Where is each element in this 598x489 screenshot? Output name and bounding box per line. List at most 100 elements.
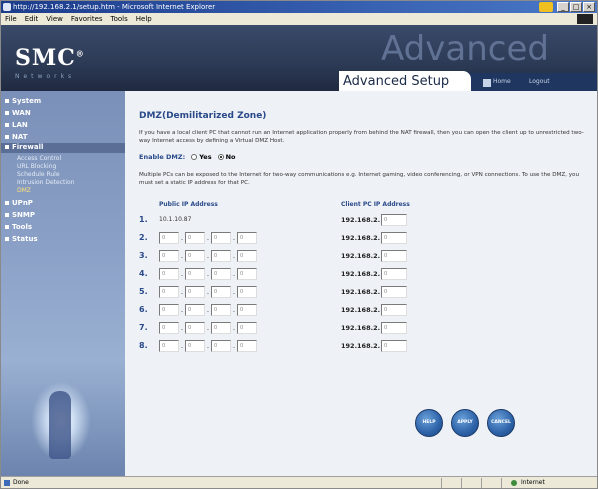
- multiple-pc-description: Multiple PCs can be exposed to the Inter…: [139, 172, 580, 186]
- sidebar-item-lan[interactable]: LAN: [5, 121, 28, 129]
- client-ip-prefix: 192.168.2.: [341, 216, 381, 224]
- public-ip-input-group: 0.0.0.0: [159, 286, 257, 298]
- public-ip-octet-input[interactable]: 0: [159, 322, 179, 334]
- logout-link[interactable]: Logout: [529, 78, 550, 85]
- row-number: 2.: [139, 233, 148, 242]
- sidebar-item-system[interactable]: System: [5, 97, 41, 105]
- public-ip-octet-input[interactable]: 0: [185, 268, 205, 280]
- enable-yes-radio[interactable]: [191, 154, 198, 160]
- public-ip-octet-input[interactable]: 0: [237, 268, 257, 280]
- public-ip-octet-input[interactable]: 0: [159, 250, 179, 262]
- public-ip-octet-input[interactable]: 0: [185, 250, 205, 262]
- sidebar-sub-url-blocking[interactable]: URL Blocking: [17, 163, 56, 170]
- bullet-icon: [5, 123, 9, 127]
- enable-no-radio[interactable]: [217, 154, 224, 160]
- public-ip-octet-input[interactable]: 0: [185, 232, 205, 244]
- public-ip-octet-input[interactable]: 0: [185, 340, 205, 352]
- public-ip-octet-input[interactable]: 0: [159, 304, 179, 316]
- public-ip-octet-input[interactable]: 0: [211, 304, 231, 316]
- enable-dmz-row: Enable DMZ: Yes No: [139, 153, 235, 161]
- client-ip-octet-input[interactable]: 0: [381, 286, 407, 298]
- menu-help[interactable]: Help: [136, 13, 152, 25]
- sidebar-item-wan[interactable]: WAN: [5, 109, 31, 117]
- bullet-icon: [5, 237, 9, 241]
- apply-button[interactable]: APPLY: [451, 409, 479, 437]
- client-ip-octet-input[interactable]: 0: [381, 268, 407, 280]
- home-icon[interactable]: [483, 79, 491, 87]
- bullet-icon: [5, 213, 9, 217]
- public-ip-octet-input[interactable]: 0: [237, 304, 257, 316]
- public-ip-input-group: 0.0.0.0: [159, 340, 257, 352]
- sidebar-item-tools[interactable]: Tools: [5, 223, 32, 231]
- sidebar-item-status[interactable]: Status: [5, 235, 38, 243]
- public-ip-octet-input[interactable]: 0: [185, 304, 205, 316]
- public-ip-octet-input[interactable]: 0: [237, 250, 257, 262]
- public-ip-input-group: 0.0.0.0: [159, 322, 257, 334]
- public-ip-octet-input[interactable]: 0: [237, 232, 257, 244]
- sidebar-sub-dmz[interactable]: DMZ: [17, 187, 31, 194]
- sidebar-item-snmp[interactable]: SNMP: [5, 211, 35, 219]
- ie-icon: [3, 3, 11, 11]
- row-number: 8.: [139, 341, 148, 350]
- menu-file[interactable]: File: [5, 13, 17, 25]
- router-header: SMC® Networks Advanced Advanced Setup Ho…: [1, 25, 597, 91]
- public-ip-octet-input[interactable]: 0: [185, 322, 205, 334]
- home-link[interactable]: Home: [493, 78, 511, 85]
- status-divider: [441, 478, 442, 488]
- public-ip-input-group: 0.0.0.0: [159, 304, 257, 316]
- client-ip-octet-input[interactable]: 0: [381, 304, 407, 316]
- public-ip-octet-input[interactable]: 0: [211, 268, 231, 280]
- client-ip-prefix: 192.168.2.: [341, 252, 381, 260]
- status-divider: [501, 478, 502, 488]
- public-ip-octet-input[interactable]: 0: [159, 286, 179, 298]
- close-button[interactable]: ×: [583, 2, 595, 12]
- client-ip-octet-input[interactable]: 0: [381, 322, 407, 334]
- sidebar-sub-access-control[interactable]: Access Control: [17, 155, 61, 162]
- client-ip-prefix: 192.168.2.: [341, 306, 381, 314]
- public-ip-octet-input[interactable]: 0: [185, 286, 205, 298]
- cancel-button[interactable]: CANCEL: [487, 409, 515, 437]
- menu-bar: File Edit View Favorites Tools Help: [1, 13, 597, 25]
- client-ip-octet-input[interactable]: 0: [381, 250, 407, 262]
- row-number: 7.: [139, 323, 148, 332]
- status-divider: [461, 478, 462, 488]
- sidebar-sub-intrusion-detection[interactable]: Intrusion Detection: [17, 179, 75, 186]
- public-ip-octet-input[interactable]: 0: [159, 340, 179, 352]
- menu-tools[interactable]: Tools: [111, 13, 128, 25]
- public-ip-octet-input[interactable]: 0: [211, 340, 231, 352]
- public-ip-octet-input[interactable]: 0: [211, 250, 231, 262]
- enable-no-option[interactable]: No: [217, 153, 235, 161]
- menu-edit[interactable]: Edit: [25, 13, 39, 25]
- windows-logo-icon: [539, 2, 553, 12]
- public-ip-octet-input[interactable]: 0: [159, 268, 179, 280]
- client-ip-octet-input[interactable]: 0: [381, 232, 407, 244]
- row-number: 5.: [139, 287, 148, 296]
- public-ip-octet-input[interactable]: 0: [211, 322, 231, 334]
- sidebar-item-firewall[interactable]: Firewall: [1, 143, 125, 153]
- page-title: DMZ(Demilitarized Zone): [139, 111, 267, 121]
- maximize-button[interactable]: □: [570, 2, 582, 12]
- status-text: Done: [13, 479, 29, 486]
- enable-yes-option[interactable]: Yes: [191, 153, 212, 161]
- client-ip-octet-input[interactable]: 0: [381, 340, 407, 352]
- menu-view[interactable]: View: [46, 13, 63, 25]
- help-button[interactable]: HELP: [415, 409, 443, 437]
- client-ip-prefix: 192.168.2.: [341, 288, 381, 296]
- public-ip-octet-input[interactable]: 0: [237, 286, 257, 298]
- bullet-icon: [5, 111, 9, 115]
- public-ip-octet-input[interactable]: 0: [237, 340, 257, 352]
- sidebar-item-upnp[interactable]: UPnP: [5, 199, 33, 207]
- sidebar-item-nat[interactable]: NAT: [5, 133, 28, 141]
- menu-favorites[interactable]: Favorites: [71, 13, 103, 25]
- main-content: DMZ(Demilitarized Zone) If you have a lo…: [125, 91, 597, 476]
- enable-dmz-label: Enable DMZ:: [139, 153, 186, 161]
- minimize-button[interactable]: _: [557, 2, 569, 12]
- client-ip-header: Client PC IP Address: [341, 201, 410, 208]
- public-ip-octet-input[interactable]: 0: [159, 232, 179, 244]
- public-ip-octet-input[interactable]: 0: [237, 322, 257, 334]
- public-ip-octet-input[interactable]: 0: [211, 286, 231, 298]
- public-ip-octet-input[interactable]: 0: [211, 232, 231, 244]
- public-ip-header: Public IP Address: [159, 201, 218, 208]
- sidebar-sub-schedule-rule[interactable]: Schedule Rule: [17, 171, 60, 178]
- client-ip-octet-input[interactable]: 0: [381, 214, 407, 226]
